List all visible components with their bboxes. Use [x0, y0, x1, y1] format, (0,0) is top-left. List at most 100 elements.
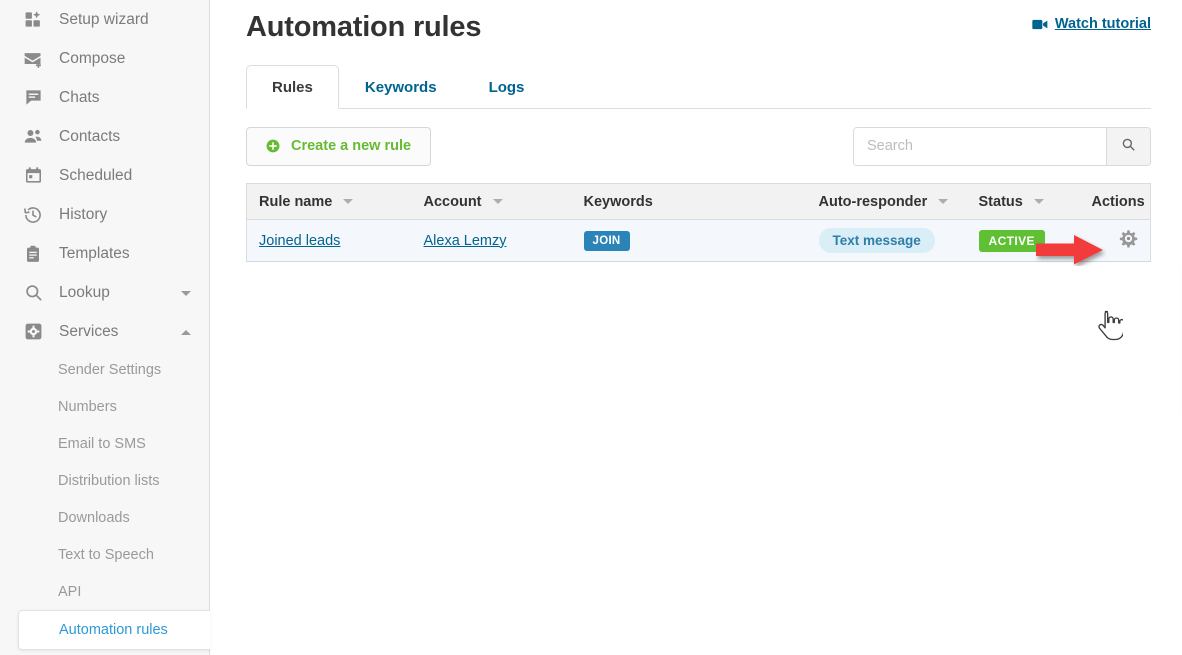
column-label: Auto-responder — [818, 193, 928, 210]
tab-label: Keywords — [364, 79, 437, 96]
tab-label: Rules — [272, 79, 313, 96]
tab-bar: Rules Keywords Logs — [246, 65, 1151, 109]
sidebar-subitem-label: Downloads — [58, 509, 130, 526]
sidebar-item-templates[interactable]: Templates — [0, 234, 209, 273]
calendar-icon — [22, 165, 44, 187]
page-header: Automation rules Watch tutorial — [246, 0, 1151, 58]
search-button[interactable] — [1106, 127, 1150, 165]
rules-table: Rule name Account Keywords Auto-responde… — [246, 183, 1151, 262]
cell-rule-name: Joined leads — [246, 219, 412, 262]
sidebar-item-services[interactable]: Services — [0, 312, 209, 351]
table-row: Joined leads Alexa Lemzy JOIN Text messa… — [246, 219, 1151, 262]
cell-status: ACTIVE — [966, 219, 1080, 262]
tab-rules[interactable]: Rules — [246, 65, 339, 109]
cell-keywords: JOIN — [571, 219, 807, 262]
sidebar: Setup wizard Compose Chats Contacts Sche… — [0, 0, 210, 655]
sidebar-item-contacts[interactable]: Contacts — [0, 117, 209, 156]
sidebar-subitem-downloads[interactable]: Downloads — [0, 499, 209, 536]
sidebar-item-label: Services — [59, 322, 119, 340]
plus-circle-icon — [266, 139, 280, 153]
sidebar-item-label: Setup wizard — [59, 10, 149, 28]
watch-tutorial-link[interactable]: Watch tutorial — [1032, 16, 1151, 32]
sidebar-subitem-automation-rules[interactable]: Automation rules — [18, 610, 210, 650]
sidebar-subitem-label: API — [58, 583, 82, 600]
chat-bubble-icon — [22, 87, 44, 109]
auto-responder-pill: Text message — [818, 228, 935, 253]
rule-name-link[interactable]: Joined leads — [259, 233, 340, 249]
create-new-rule-button[interactable]: Create a new rule — [246, 126, 432, 166]
chevron-down-icon[interactable] — [181, 290, 191, 296]
page-title: Automation rules — [246, 11, 482, 43]
column-header-actions: Actions — [1079, 183, 1151, 220]
column-header-keywords: Keywords — [571, 183, 807, 220]
tab-keywords[interactable]: Keywords — [339, 65, 463, 109]
sidebar-item-label: Templates — [59, 244, 130, 262]
sidebar-subitem-email-to-sms[interactable]: Email to SMS — [0, 425, 209, 462]
column-header-rule-name[interactable]: Rule name — [246, 183, 412, 220]
sidebar-item-label: Chats — [59, 88, 100, 106]
main-content: Automation rules Watch tutorial Rules Ke… — [210, 0, 1182, 655]
column-header-account[interactable]: Account — [411, 183, 572, 220]
sidebar-item-compose[interactable]: Compose — [0, 39, 209, 78]
sidebar-subitem-numbers[interactable]: Numbers — [0, 388, 209, 425]
search-input[interactable] — [854, 127, 1106, 165]
sidebar-item-label: History — [59, 205, 108, 223]
clipboard-icon — [22, 243, 44, 265]
column-header-status[interactable]: Status — [966, 183, 1080, 220]
sort-arrow-icon[interactable] — [492, 199, 503, 205]
column-label: Account — [423, 193, 482, 210]
cell-account: Alexa Lemzy — [411, 219, 572, 262]
sidebar-subitem-api[interactable]: API — [0, 573, 209, 610]
watch-tutorial-label: Watch tutorial — [1054, 16, 1151, 32]
sidebar-subitem-label: Sender Settings — [58, 361, 162, 378]
tab-label: Logs — [488, 79, 525, 96]
keyword-badge: JOIN — [583, 230, 630, 251]
sidebar-subitem-sender-settings[interactable]: Sender Settings — [0, 351, 209, 388]
sidebar-item-lookup[interactable]: Lookup — [0, 273, 209, 312]
sidebar-item-chats[interactable]: Chats — [0, 78, 209, 117]
grid-wizard-icon — [22, 9, 44, 31]
sidebar-item-setup-wizard[interactable]: Setup wizard — [0, 0, 209, 39]
sort-arrow-icon[interactable] — [1033, 199, 1044, 205]
toolbar: Create a new rule — [246, 109, 1151, 183]
sidebar-subitem-label: Numbers — [58, 398, 117, 415]
sidebar-item-label: Lookup — [59, 283, 110, 301]
table-header-row: Rule name Account Keywords Auto-responde… — [246, 183, 1151, 220]
chevron-up-icon[interactable] — [181, 329, 191, 335]
account-link[interactable]: Alexa Lemzy — [424, 233, 507, 249]
column-label: Status — [978, 193, 1023, 210]
sidebar-item-scheduled[interactable]: Scheduled — [0, 156, 209, 195]
sort-arrow-icon[interactable] — [343, 199, 354, 205]
column-header-auto-responder[interactable]: Auto-responder — [806, 183, 967, 220]
column-label: Rule name — [259, 193, 333, 210]
search-magnifier-icon — [1121, 137, 1136, 155]
sidebar-subitem-label: Automation rules — [59, 622, 168, 638]
sidebar-subitem-label: Text to Speech — [58, 546, 154, 563]
cell-auto-responder: Text message — [806, 219, 967, 262]
create-new-rule-label: Create a new rule — [291, 138, 412, 154]
sidebar-item-history[interactable]: History — [0, 195, 209, 234]
cell-actions — [1079, 219, 1151, 262]
sidebar-item-label: Contacts — [59, 127, 121, 145]
search-magnifier-icon — [22, 282, 44, 304]
video-camera-icon — [1032, 18, 1048, 31]
table-header: Rule name Account Keywords Auto-responde… — [246, 183, 1151, 220]
column-label: Actions — [1091, 193, 1145, 210]
table-body: Joined leads Alexa Lemzy JOIN Text messa… — [246, 219, 1151, 262]
sidebar-subitem-text-to-speech[interactable]: Text to Speech — [0, 536, 209, 573]
search-box — [853, 126, 1151, 166]
sidebar-item-label: Compose — [59, 49, 126, 67]
contacts-people-icon — [22, 126, 44, 148]
sidebar-subitem-label: Distribution lists — [58, 472, 160, 489]
gear-icon[interactable] — [1119, 229, 1138, 248]
sidebar-subitem-distribution-lists[interactable]: Distribution lists — [0, 462, 209, 499]
sidebar-item-label: Scheduled — [59, 166, 133, 184]
status-badge: ACTIVE — [978, 229, 1045, 252]
app-root: Setup wizard Compose Chats Contacts Sche… — [0, 0, 1182, 655]
history-clock-icon — [22, 204, 44, 226]
gear-services-icon — [22, 321, 44, 343]
sort-arrow-icon[interactable] — [938, 199, 949, 205]
column-label: Keywords — [583, 193, 653, 210]
compose-envelope-icon — [22, 48, 44, 70]
tab-logs[interactable]: Logs — [463, 65, 551, 109]
